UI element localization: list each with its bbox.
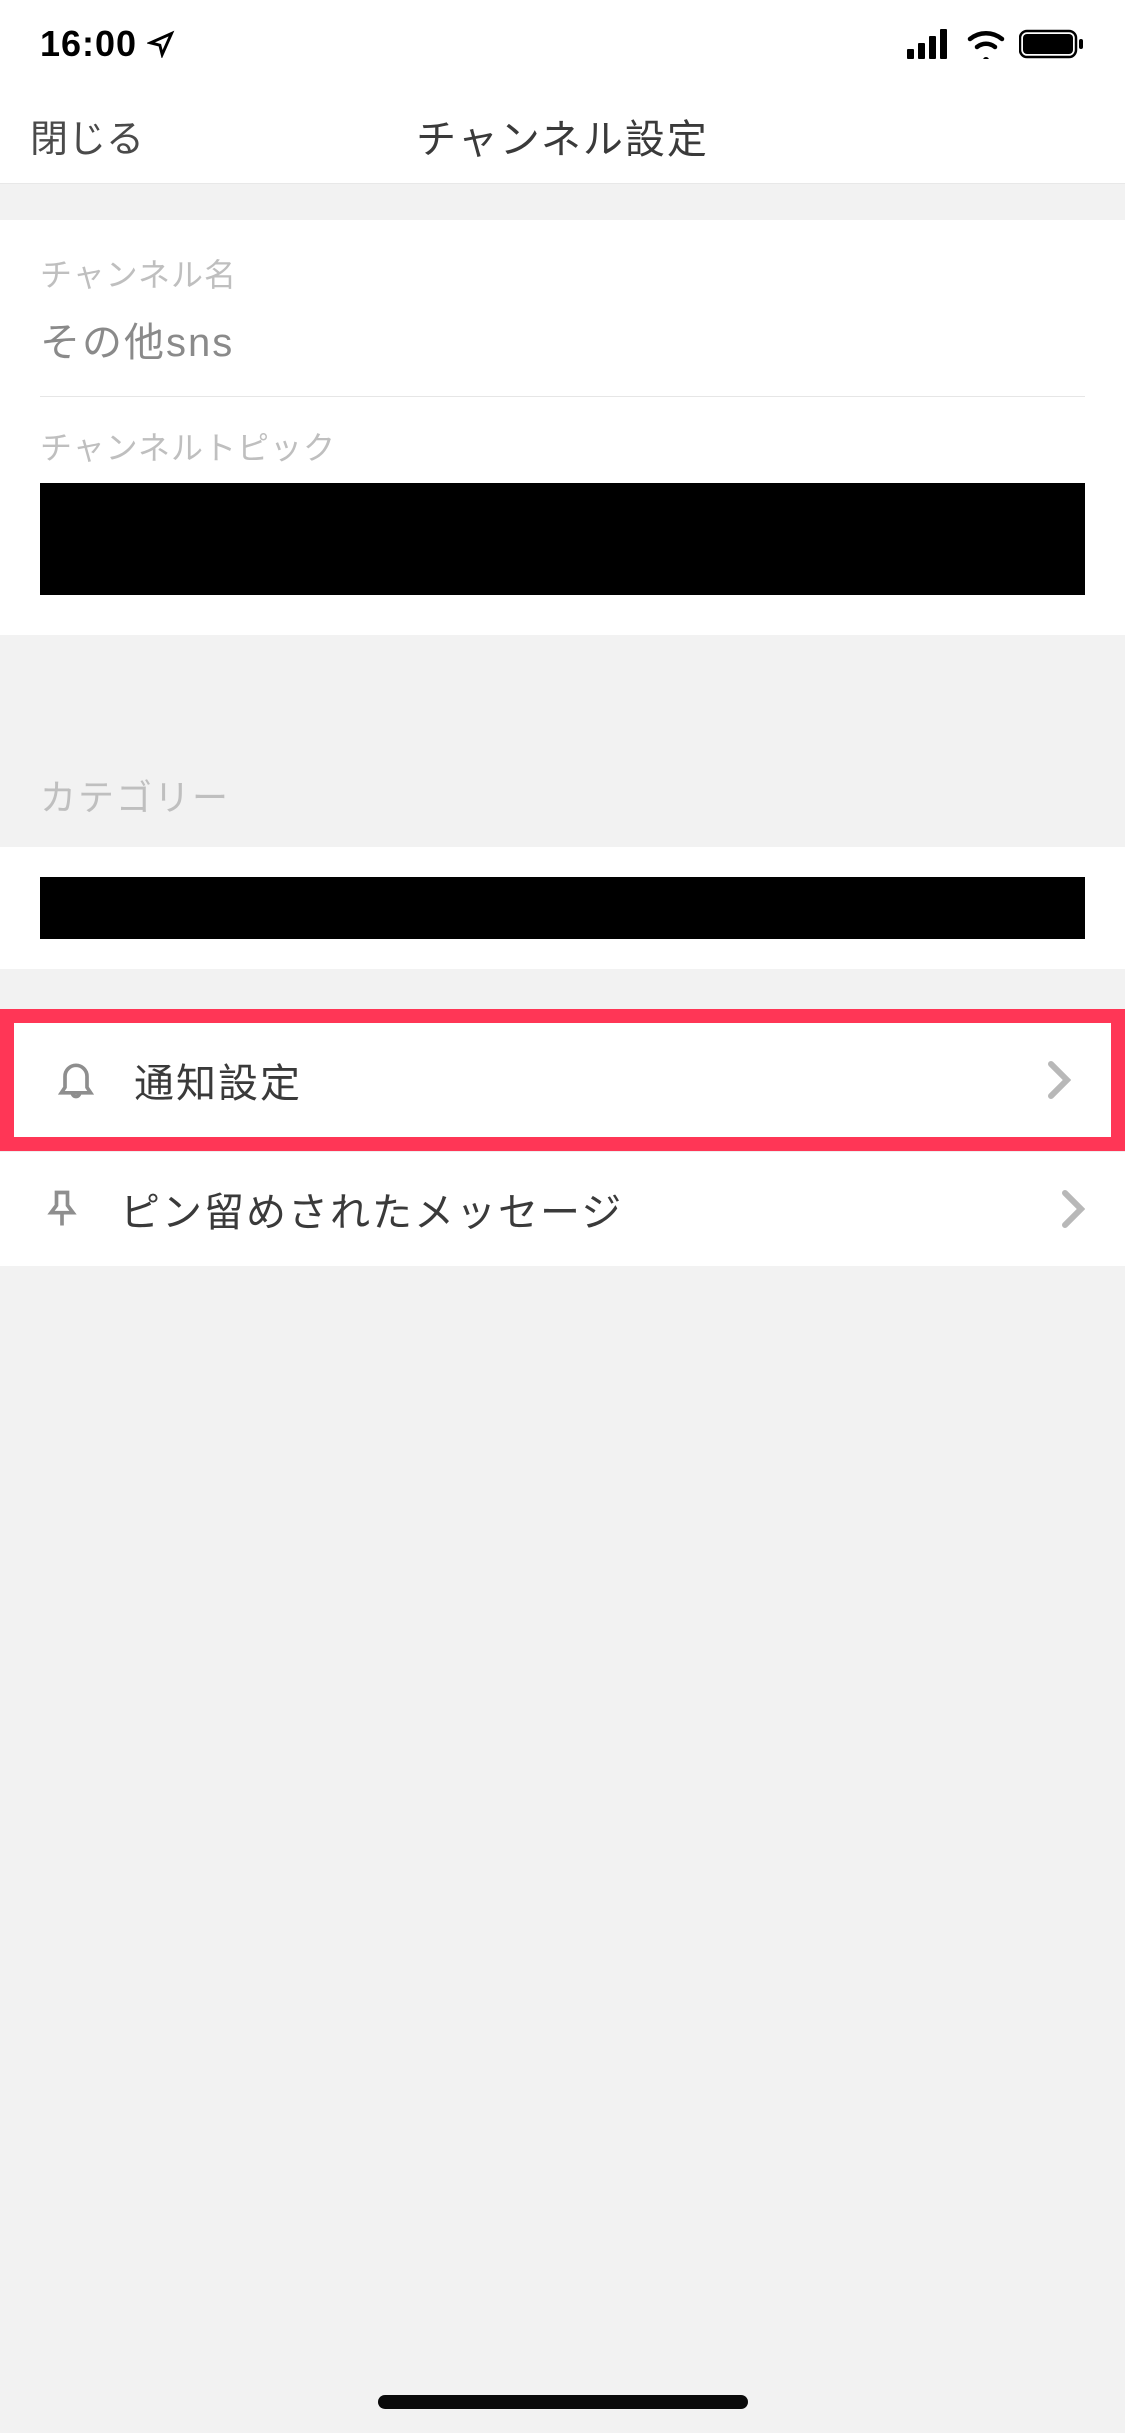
channel-topic-redacted[interactable] — [40, 483, 1085, 595]
pinned-messages-label: ピン留めされたメッセージ — [120, 1180, 1061, 1238]
channel-topic-label: チャンネルトピック — [40, 423, 1085, 469]
chevron-right-icon — [1047, 1060, 1071, 1100]
status-bar: 16:00 — [0, 0, 1125, 88]
category-redacted — [40, 877, 1085, 939]
pin-icon — [40, 1187, 84, 1231]
wifi-icon — [965, 29, 1007, 59]
channel-info-section: チャンネル名 その他sns チャンネルトピック — [0, 220, 1125, 635]
spacer — [0, 184, 1125, 220]
notification-settings-label: 通知設定 — [134, 1051, 1047, 1109]
nav-header: 閉じる チャンネル設定 — [0, 88, 1125, 184]
channel-name-label: チャンネル名 — [40, 250, 1085, 296]
status-time-text: 16:00 — [40, 23, 137, 65]
close-button[interactable]: 閉じる — [30, 108, 144, 163]
channel-name-value[interactable]: その他sns — [40, 310, 1085, 368]
highlight-annotation: 通知設定 — [0, 1009, 1125, 1151]
home-indicator[interactable] — [378, 2395, 748, 2409]
category-section: カテゴリー — [0, 715, 1125, 847]
category-value-row[interactable] — [0, 847, 1125, 969]
bell-icon — [54, 1058, 98, 1102]
notification-settings-row[interactable]: 通知設定 — [14, 1023, 1111, 1137]
chevron-right-icon — [1061, 1189, 1085, 1229]
spacer — [0, 635, 1125, 715]
category-label: カテゴリー — [40, 769, 1085, 821]
location-icon — [147, 30, 175, 58]
cellular-icon — [907, 29, 953, 59]
page-title: チャンネル設定 — [0, 107, 1125, 165]
status-time: 16:00 — [40, 23, 175, 65]
spacer — [0, 969, 1125, 1009]
divider — [40, 396, 1085, 397]
status-icons — [907, 29, 1085, 59]
pinned-messages-row[interactable]: ピン留めされたメッセージ — [0, 1151, 1125, 1266]
battery-icon — [1019, 29, 1085, 59]
